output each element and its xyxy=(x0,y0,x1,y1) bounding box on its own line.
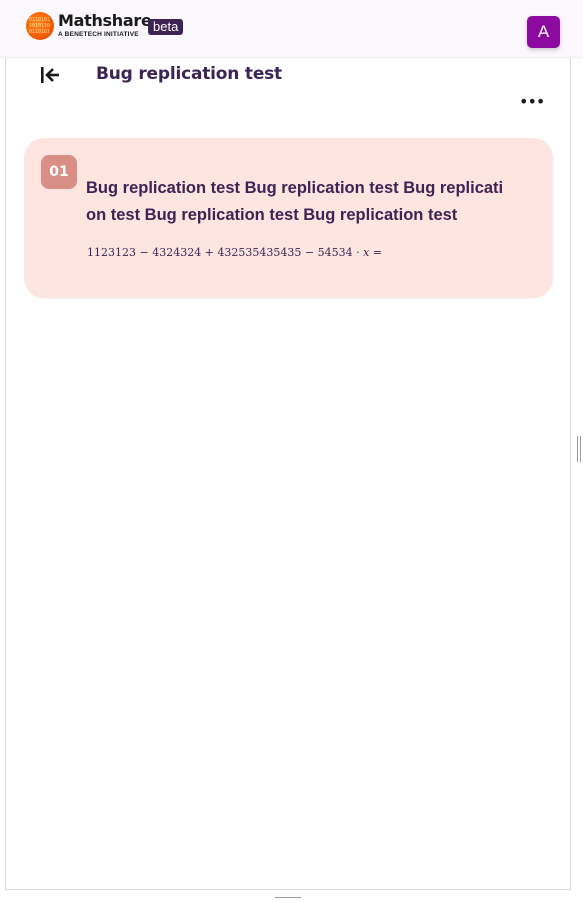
problem-expression: 1123123 − 4324324 + 432535435435 − 54534… xyxy=(87,246,382,259)
collapse-left-icon xyxy=(41,67,59,83)
user-avatar-button[interactable]: A xyxy=(527,16,560,48)
collapse-sidebar-button[interactable] xyxy=(38,64,62,86)
logo-pattern: 0110101 1010110 0110101 xyxy=(29,17,51,35)
resize-handle-vertical[interactable] xyxy=(577,436,581,462)
brand-tagline: A BENETECH INITIATIVE xyxy=(58,31,139,38)
mathshare-logo-icon[interactable]: 0110101 1010110 0110101 xyxy=(26,12,54,40)
beta-badge: beta xyxy=(148,19,184,35)
problem-card[interactable]: 01 Bug replication test Bug replication … xyxy=(24,138,553,298)
problem-set-title: Bug replication test xyxy=(96,64,282,84)
app-frame xyxy=(5,0,571,890)
problem-description: Bug replication test Bug replication tes… xyxy=(86,179,504,224)
brand-name[interactable]: Mathshare xyxy=(58,11,152,30)
problem-number-badge: 01 xyxy=(41,155,77,189)
more-options-button[interactable]: ••• xyxy=(519,94,545,110)
top-navigation-bar: 0110101 1010110 0110101 Mathshare A BENETE… xyxy=(0,0,583,57)
